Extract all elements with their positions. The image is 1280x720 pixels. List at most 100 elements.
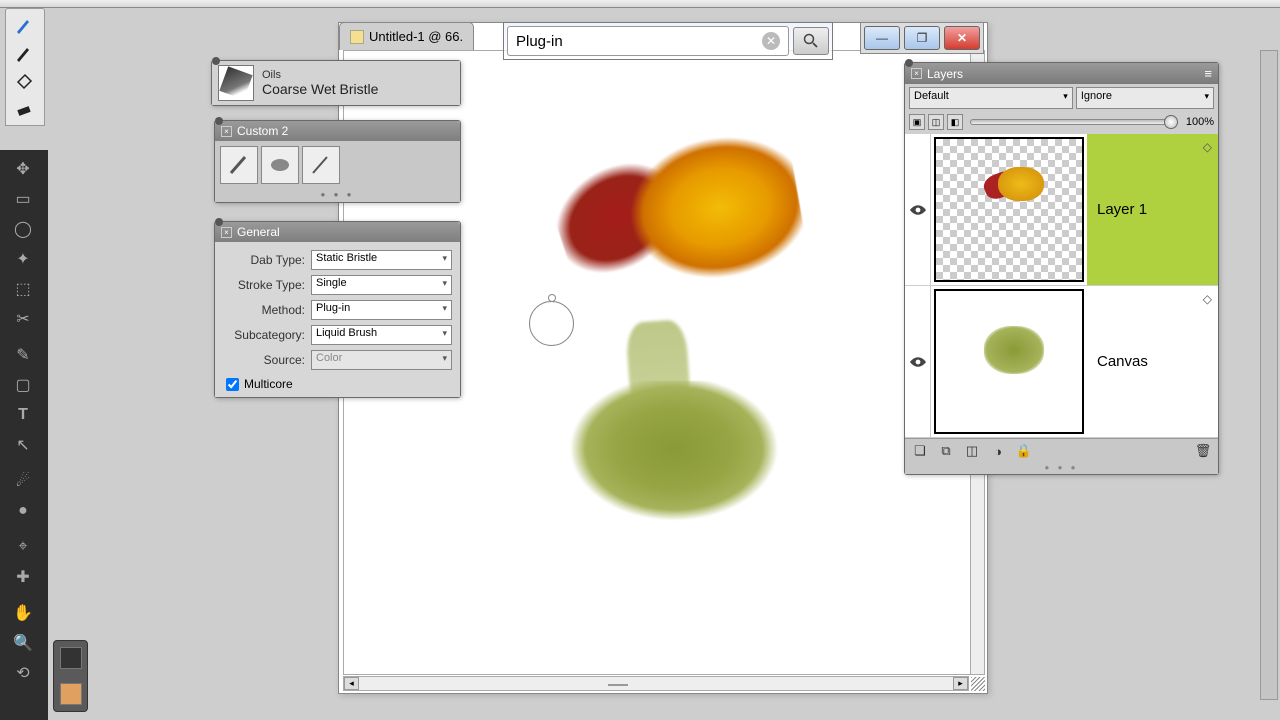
panel-resize-dots[interactable]: ● ● ● [215,189,460,202]
multicore-checkbox[interactable] [226,378,239,391]
duplicate-layer-icon[interactable]: ⧉ [937,443,955,459]
heal-tool[interactable]: ✚ [4,562,42,592]
search-input[interactable] [507,26,789,56]
mask-icon[interactable]: ◑ [989,443,1007,459]
scroll-thumb[interactable] [608,684,628,686]
horizontal-scrollbar[interactable]: ◂ ▸ [343,676,969,691]
custom-brush-2[interactable] [261,146,299,184]
preserve-select[interactable]: Ignore [1076,87,1214,109]
shape-tool[interactable]: ▢ [4,370,42,400]
collapse-icon[interactable]: × [221,126,232,137]
custom-brush-3[interactable] [302,146,340,184]
layers-header[interactable]: × Layers ≡ [905,63,1218,84]
text-tool[interactable]: T [4,400,42,430]
subcategory-label: Subcategory: [223,328,305,342]
maximize-button[interactable]: ❐ [904,26,940,50]
clear-search-icon[interactable]: ✕ [762,32,780,50]
minimize-button[interactable]: — [864,26,900,50]
panel-grip[interactable] [905,59,913,67]
document-title: Untitled-1 @ 66. [369,29,463,44]
brush-info-panel: Oils Coarse Wet Bristle [211,60,461,106]
pointer-tool[interactable]: ↖ [4,430,42,460]
close-button[interactable]: ✕ [944,26,980,50]
zoom-tool[interactable]: 🔍 [4,628,42,658]
move-tool[interactable]: ✥ [4,154,42,184]
pen-tool[interactable]: ✎ [4,340,42,370]
layer-tag-icon: ◇ [1203,292,1212,306]
panel-grip[interactable] [215,117,223,125]
crop-tool[interactable]: ✂ [4,304,42,334]
panel-grip[interactable] [212,57,220,65]
dab-type-select[interactable]: Static Bristle [311,250,452,270]
scroll-left-icon[interactable]: ◂ [344,677,359,690]
visibility-toggle[interactable] [905,134,931,285]
layer-icon-1[interactable]: ▣ [909,114,925,130]
layers-list: Layer 1 ◇ Canvas ◇ [905,134,1218,438]
general-panel-title: General [237,225,280,239]
background-color[interactable] [60,683,82,705]
layer-row[interactable]: Layer 1 ◇ [905,134,1218,286]
layers-footer: ❏ ⧉ ◫ ◑ 🔒 🗑 [905,438,1218,463]
clone-tool[interactable]: ⌖ [4,532,42,562]
custom-brush-1[interactable] [220,146,258,184]
color-swatches[interactable] [53,640,88,712]
slider-knob[interactable] [1164,115,1178,129]
resize-grip[interactable] [971,677,985,691]
custom-panel-header[interactable]: × Custom 2 [215,121,460,141]
layer-name[interactable]: Layer 1 ◇ [1087,134,1218,285]
visibility-toggle[interactable] [905,286,931,437]
dab-type-label: Dab Type: [223,253,305,267]
layers-panel: × Layers ≡ Default Ignore ▣ ◫ ◧ 100% Lay… [904,62,1219,475]
document-icon [350,30,364,44]
search-bar: ✕ [503,22,833,60]
brush-cursor [529,301,574,346]
collapse-icon[interactable]: × [911,68,922,79]
opacity-slider[interactable] [970,119,1173,125]
custom-panel-title: Custom 2 [237,124,288,138]
paint-stroke-1 [554,131,794,291]
wand-tool[interactable]: ✦ [4,244,42,274]
eye-icon [910,205,926,215]
layer-row[interactable]: Canvas ◇ [905,286,1218,438]
general-panel-header[interactable]: × General [215,222,460,242]
layer-tag-icon: ◇ [1203,140,1212,154]
stroke-type-select[interactable]: Single [311,275,452,295]
brush-tool[interactable] [6,11,42,39]
smudge-tool[interactable]: ☄ [4,466,42,496]
right-dock-strip[interactable] [1260,50,1278,700]
scroll-right-icon[interactable]: ▸ [953,677,968,690]
group-layer-icon[interactable]: ◫ [963,443,981,459]
pencil-tool[interactable] [6,39,42,67]
layer-name[interactable]: Canvas ◇ [1087,286,1218,437]
foreground-color[interactable] [60,647,82,669]
marquee-tool[interactable]: ▭ [4,184,42,214]
bucket-tool[interactable] [6,67,42,95]
method-label: Method: [223,303,305,317]
blend-mode-select[interactable]: Default [909,87,1073,109]
eye-icon [910,357,926,367]
paint-stroke-2 [544,321,794,541]
layer-icon-2[interactable]: ◫ [928,114,944,130]
search-button[interactable] [793,27,829,55]
menu-bar [0,0,1280,8]
rotate-tool[interactable]: ⟲ [4,658,42,688]
panel-resize-dots[interactable]: ● ● ● [905,463,1218,474]
subcategory-select[interactable]: Liquid Brush [311,325,452,345]
panel-grip[interactable] [215,218,223,226]
document-tab[interactable]: Untitled-1 @ 66. [339,22,474,50]
eraser-tool[interactable] [6,95,42,123]
lasso-tool[interactable]: ◯ [4,214,42,244]
trash-icon[interactable]: 🗑 [1194,443,1212,459]
transform-tool[interactable]: ⬚ [4,274,42,304]
collapse-icon[interactable]: × [221,227,232,238]
method-select[interactable]: Plug-in [311,300,452,320]
layer-thumbnail[interactable] [934,137,1084,282]
dodge-tool[interactable]: ● [4,496,42,526]
brush-thumbnail[interactable] [218,65,254,101]
hand-tool[interactable]: ✋ [4,598,42,628]
layer-icon-3[interactable]: ◧ [947,114,963,130]
panel-menu-icon[interactable]: ≡ [1204,66,1212,81]
new-layer-icon[interactable]: ❏ [911,443,929,459]
lock-icon[interactable]: 🔒 [1015,443,1033,459]
layer-thumbnail[interactable] [934,289,1084,434]
